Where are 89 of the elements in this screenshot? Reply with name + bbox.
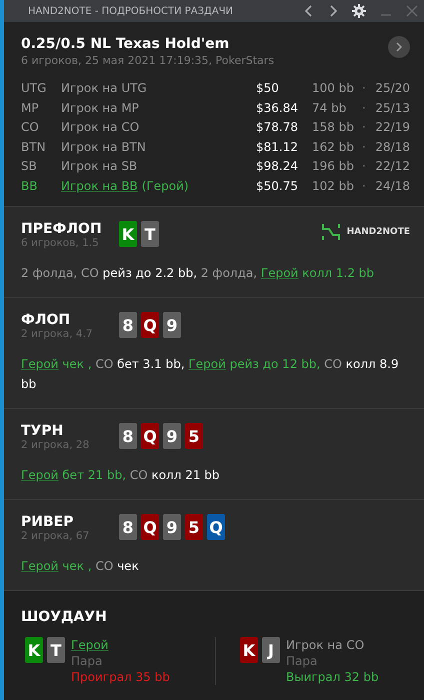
street-title: ТУРН — [21, 423, 64, 439]
stack-bb: 162 bb — [312, 138, 355, 156]
position-label: SB — [21, 158, 38, 175]
stack-amount: $81.12 — [256, 138, 299, 156]
separator-dot: · — [362, 158, 367, 175]
stack-amount: $78.78 — [256, 119, 299, 136]
stack-bb: 100 bb — [312, 80, 355, 97]
player-stats: 28/18 — [374, 138, 410, 156]
next-hand-button[interactable] — [388, 36, 410, 58]
result-text: Проиграл 35 bb — [71, 669, 170, 685]
playing-card: T — [47, 637, 65, 663]
hand-combination: Пара — [71, 653, 102, 669]
street-info: 2 игрока, 28 — [21, 439, 90, 451]
back-icon[interactable] — [304, 5, 314, 17]
playing-card: 9 — [163, 312, 181, 338]
playing-card: K — [25, 637, 43, 663]
separator-dot: · — [362, 80, 367, 97]
stack-bb: 102 bb — [312, 178, 355, 194]
stack-bb: 74 bb — [312, 100, 348, 116]
logo-icon — [320, 223, 341, 241]
stack-amount: $98.24 — [256, 158, 299, 175]
position-label: UTG — [21, 80, 48, 97]
hero-link[interactable]: Герой — [260, 266, 298, 280]
position-label: BB — [21, 178, 38, 194]
playing-card: 5 — [185, 423, 203, 449]
stack-amount: $50.75 — [256, 178, 299, 194]
result-text: Выиграл 32 bb — [286, 669, 379, 685]
action-line: Герой чек , CO бет 3.1 bb, Герой рейз до 12 bb, CO колл 8.9 bb — [21, 356, 400, 393]
position-label: MP — [21, 100, 40, 116]
playing-card: Q — [141, 514, 159, 540]
hero-link[interactable]: Герой — [21, 468, 58, 482]
street-info: 6 игроков, 1.5 — [21, 237, 100, 249]
game-title: 0.25/0.5 NL Texas Hold'em — [21, 36, 230, 52]
player-link[interactable]: Игрок на MP — [61, 100, 139, 114]
street-info: 2 игрока, 67 — [21, 530, 90, 542]
showdown-title: ШОУДАУН — [21, 609, 108, 625]
playing-card: 9 — [163, 423, 181, 449]
playing-card: 9 — [163, 514, 181, 540]
separator-dot: · — [362, 100, 367, 116]
player-stats: 22/19 — [374, 119, 410, 136]
hero-link[interactable]: Герой — [71, 637, 108, 653]
hero-link[interactable]: Герой — [21, 559, 58, 573]
player-link[interactable]: Игрок на UTG — [61, 81, 147, 95]
playing-card: 8 — [119, 312, 137, 338]
playing-card: Q — [141, 312, 159, 338]
player-stats: 25/13 — [374, 100, 410, 116]
playing-card: Q — [141, 423, 159, 449]
playing-card: 5 — [185, 514, 203, 540]
forward-icon[interactable] — [328, 5, 338, 17]
street-title: ФЛОП — [21, 312, 72, 328]
player-stats: 24/18 — [374, 178, 410, 194]
window-title: HAND2NOTE - ПОДРОБНОСТИ РАЗДАЧИ — [28, 6, 234, 16]
separator-dot: · — [362, 138, 367, 156]
player-name: Игрок на CO — [286, 637, 364, 653]
player-link[interactable]: Игрок на BTN — [61, 140, 146, 154]
position-label: BTN — [21, 138, 47, 156]
player-stats: 22/12 — [374, 158, 410, 175]
action-line: Герой бет 21 bb, CO колл 21 bb — [21, 467, 221, 484]
position-label: CO — [21, 119, 40, 136]
street-title: РИВЕР — [21, 514, 74, 530]
hero-label: (Герой) — [142, 178, 189, 192]
settings-icon[interactable] — [352, 4, 366, 18]
street-info: 2 игрока, 4.7 — [21, 328, 94, 340]
player-link[interactable]: Игрок на CO — [61, 120, 140, 134]
stack-amount: $50 — [256, 80, 280, 97]
playing-card: Q — [207, 514, 225, 540]
game-details: 6 игроков, 25 мая 2021 17:19:35, PokerStars — [21, 54, 274, 67]
logo-text: HAND2NOTE — [346, 227, 410, 237]
playing-card: K — [119, 221, 137, 247]
playing-card: T — [141, 221, 159, 247]
hero-link[interactable]: Герой — [21, 357, 58, 371]
player-link[interactable]: Игрок на BB — [61, 178, 138, 192]
playing-card: 8 — [119, 514, 137, 540]
hand-combination: Пара — [286, 653, 318, 669]
stack-bb: 196 bb — [312, 158, 355, 175]
chevron-right-icon — [395, 42, 403, 52]
playing-card: K — [240, 637, 258, 663]
player-stats: 25/20 — [374, 80, 410, 97]
separator-dot: · — [362, 178, 367, 194]
player-link[interactable]: Игрок на SB — [61, 159, 138, 173]
hero-link[interactable]: Герой — [188, 357, 226, 371]
playing-card: J — [262, 637, 280, 663]
separator-dot: · — [362, 119, 367, 136]
action-line: 2 фолда, CO рейз до 2.2 bb, 2 фолда, Герой колл 1.2 bb — [21, 265, 376, 282]
action-line: Герой чек , CO чек — [21, 558, 140, 575]
street-title: ПРЕФЛОП — [21, 221, 103, 237]
playing-card: 8 — [119, 423, 137, 449]
stack-bb: 158 bb — [312, 119, 355, 136]
stack-amount: $36.84 — [256, 100, 299, 116]
